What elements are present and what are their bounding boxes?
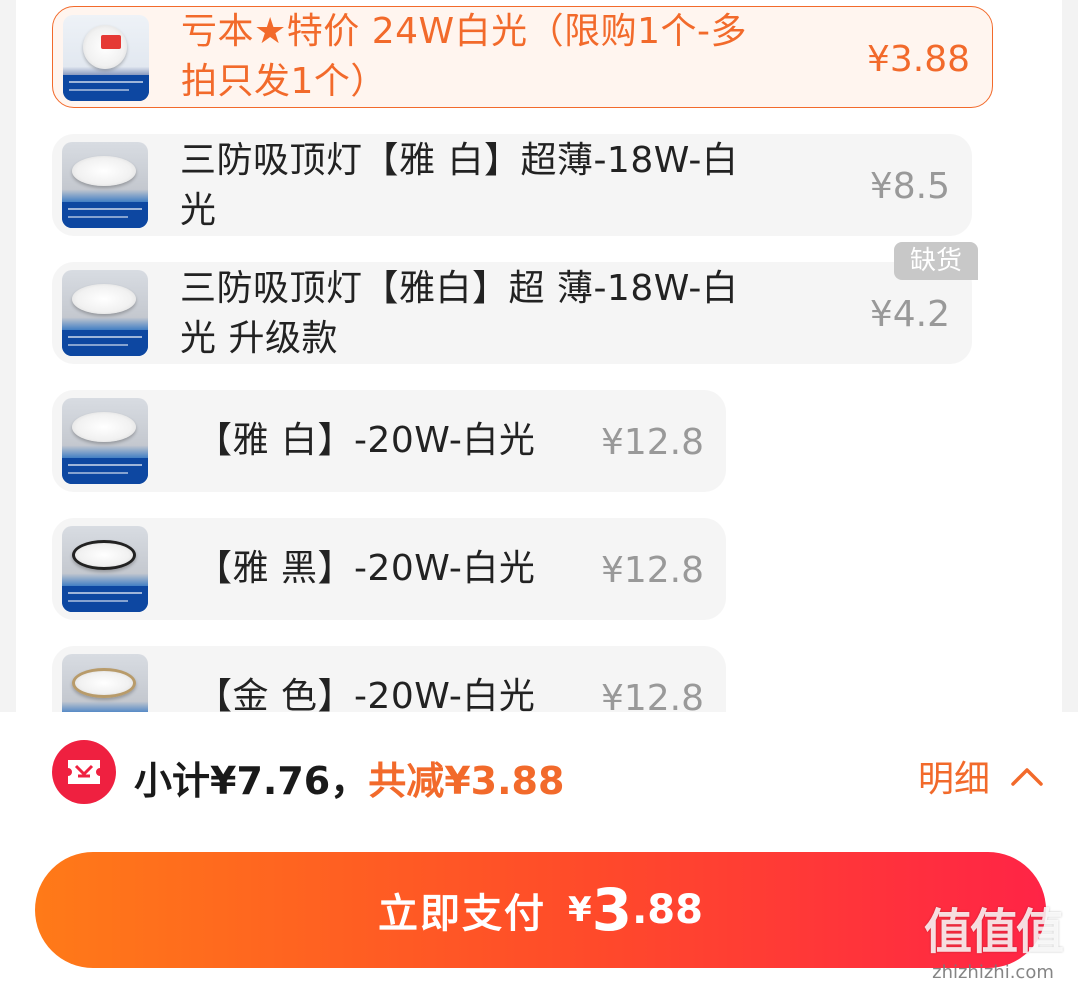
sku-price: ¥12.8 [600, 422, 704, 463]
sku-name: 【雅 黑】-20W-白光 [196, 548, 536, 589]
watermark-url: zhizhizhi.com [932, 962, 1054, 983]
site-watermark: 值值值 zhizhizhi.com [918, 892, 1068, 983]
pay-currency: ¥ [568, 890, 592, 930]
subtotal-text: 小计¥7.76， [134, 759, 369, 803]
sku-option-20w-gold[interactable]: 【金 色】-20W-白光 ¥12.8 [52, 646, 726, 712]
sku-price: ¥4.2 [869, 294, 950, 335]
pay-amount-int: 3 [591, 876, 633, 944]
sku-list: 亏本★特价 24W白光（限购1个-多 拍只发1个） ¥3.88 三防吸顶灯【雅 … [16, 0, 1062, 712]
sku-option-18w-white[interactable]: 三防吸顶灯【雅 白】超薄-18W-白 光 ¥8.5 [52, 134, 972, 236]
chevron-up-icon [1011, 768, 1043, 786]
pay-amount-dec: .88 [632, 887, 703, 933]
product-thumbnail [62, 142, 148, 228]
product-thumbnail [62, 398, 148, 484]
pay-now-button[interactable]: 立即支付 ¥ 3 .88 [35, 852, 1046, 968]
pay-label: 立即支付 [378, 891, 547, 937]
product-thumbnail [63, 15, 149, 101]
product-thumbnail [62, 526, 148, 612]
out-of-stock-badge: 缺货 [894, 242, 978, 280]
sku-price: ¥3.88 [866, 39, 970, 80]
discount-text: 共减¥3.88 [368, 759, 565, 803]
order-summary: 小计¥7.76，共减¥3.88 [134, 750, 564, 805]
product-thumbnail [62, 654, 148, 712]
checkout-bar: 小计¥7.76，共减¥3.88 明细 立即支付 ¥ 3 .88 值值值 zhiz… [0, 712, 1078, 991]
sku-name: 亏本★特价 24W白光（限购1个-多 拍只发1个） [181, 11, 748, 102]
sku-option-18w-upgrade[interactable]: 三防吸顶灯【雅白】超 薄-18W-白 光 升级款 ¥4.2 [52, 262, 972, 364]
sku-price: ¥12.8 [600, 550, 704, 591]
watermark-logo: 值值值 [923, 904, 1064, 960]
detail-label: 明细 [917, 759, 990, 800]
sku-price: ¥8.5 [869, 166, 950, 207]
sku-option-20w-white[interactable]: 【雅 白】-20W-白光 ¥12.8 [52, 390, 726, 492]
sku-option-20w-black[interactable]: 【雅 黑】-20W-白光 ¥12.8 [52, 518, 726, 620]
sku-option-24w-special[interactable]: 亏本★特价 24W白光（限购1个-多 拍只发1个） ¥3.88 [52, 6, 993, 108]
detail-toggle[interactable]: 明细 [918, 750, 1044, 802]
sku-name: 三防吸顶灯【雅 白】超薄-18W-白 光 [180, 140, 739, 231]
product-thumbnail [62, 270, 148, 356]
coupon-icon [52, 740, 116, 804]
sku-name: 三防吸顶灯【雅白】超 薄-18W-白 光 升级款 [180, 268, 739, 359]
sku-name: 【雅 白】-20W-白光 [196, 420, 536, 461]
sku-name: 【金 色】-20W-白光 [196, 676, 536, 712]
sku-price: ¥12.8 [600, 678, 704, 712]
